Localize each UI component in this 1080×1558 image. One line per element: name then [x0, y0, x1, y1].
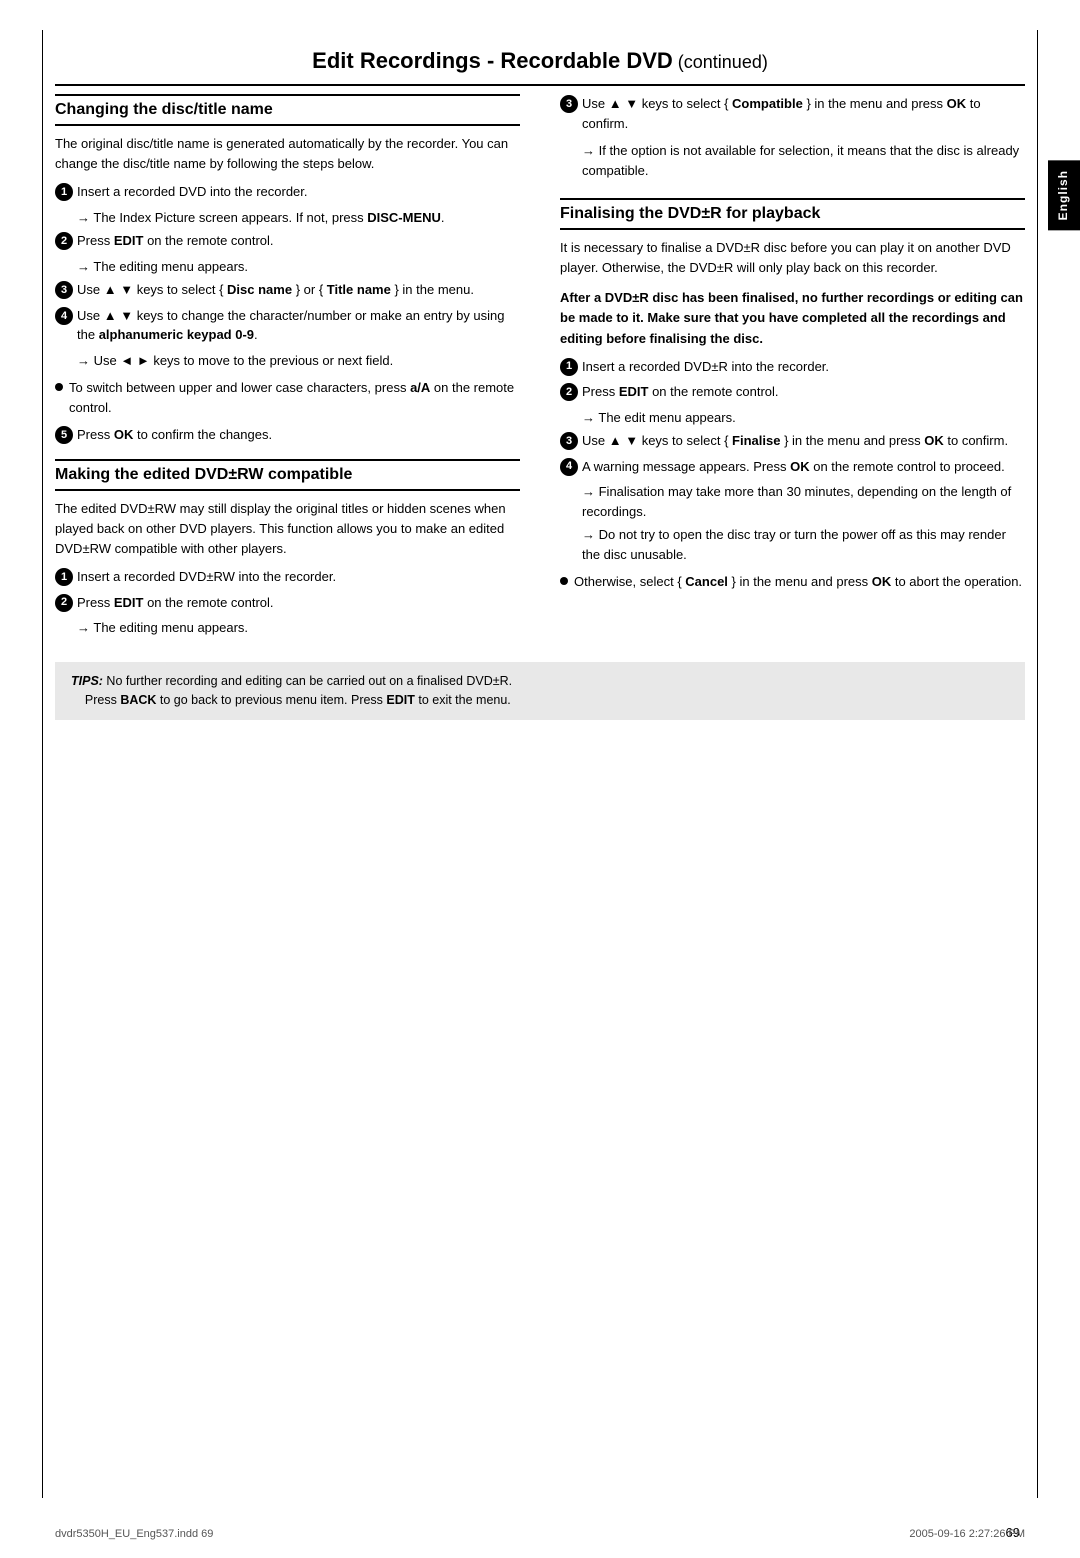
finalise-step-2-num: 2	[560, 383, 578, 401]
step-3-num: 3	[55, 281, 73, 299]
section-heading-finalise: Finalising the DVD±R for playback	[560, 198, 1025, 230]
finalise-steps: 1 Insert a recorded DVD±R into the recor…	[560, 357, 1025, 565]
section-heading-disc-title: Changing the disc/title name	[55, 94, 520, 126]
section2-step-3: 3 Use ▲ ▼ keys to select { Compatible } …	[560, 94, 1025, 133]
english-tab: English	[1048, 160, 1080, 230]
finalise-step-2: 2 Press EDIT on the remote control.	[560, 382, 1025, 402]
finalise-intro: It is necessary to finalise a DVD±R disc…	[560, 238, 1025, 278]
section2-cont: 3 Use ▲ ▼ keys to select { Compatible } …	[560, 94, 1025, 180]
step-2-num: 2	[55, 232, 73, 250]
section1-intro: The original disc/title name is generate…	[55, 134, 520, 174]
finalise-step-1-text: Insert a recorded DVD±R into the recorde…	[582, 357, 1025, 377]
finalise-step-2-text: Press EDIT on the remote control.	[582, 382, 1025, 402]
bullet-1-text: To switch between upper and lower case c…	[69, 378, 520, 417]
finalise-bullets: Otherwise, select { Cancel } in the menu…	[560, 572, 1025, 592]
content-area: Edit Recordings - Recordable DVD (contin…	[55, 0, 1025, 720]
title-suffix: (continued)	[673, 52, 768, 72]
section2-step-2: 2 Press EDIT on the remote control.	[55, 593, 520, 613]
step-4-text: Use ▲ ▼ keys to change the character/num…	[77, 306, 520, 345]
finalise-bullet-1: Otherwise, select { Cancel } in the menu…	[560, 572, 1025, 592]
section2-step-1-num: 1	[55, 568, 73, 586]
finalise-step-4-arrow-2: → Do not try to open the disc tray or tu…	[582, 525, 1025, 564]
finalise-step-3-text: Use ▲ ▼ keys to select { Finalise } in t…	[582, 431, 1025, 451]
section2-step-2-arrow: → The editing menu appears.	[77, 618, 520, 638]
step-2-text: Press EDIT on the remote control.	[77, 231, 520, 251]
section2-step-1-text: Insert a recorded DVD±RW into the record…	[77, 567, 520, 587]
finalise-step-2-arrow: → The edit menu appears.	[582, 408, 1025, 428]
section2-step-3-num: 3	[560, 95, 578, 113]
step-1-text: Insert a recorded DVD into the recorder.	[77, 182, 520, 202]
section2-steps: 1 Insert a recorded DVD±RW into the reco…	[55, 567, 520, 638]
step-3: 3 Use ▲ ▼ keys to select { Disc name } o…	[55, 280, 520, 300]
step-2: 2 Press EDIT on the remote control.	[55, 231, 520, 251]
step-1: 1 Insert a recorded DVD into the recorde…	[55, 182, 520, 202]
section2-step-2-text: Press EDIT on the remote control.	[77, 593, 520, 613]
finalise-bullet-text: Otherwise, select { Cancel } in the menu…	[574, 572, 1022, 592]
step-5-num: 5	[55, 426, 73, 444]
step-3-text: Use ▲ ▼ keys to select { Disc name } or …	[77, 280, 520, 300]
section2-step-3-arrow: → If the option is not available for sel…	[582, 141, 1025, 180]
title-text: Edit Recordings - Recordable DVD	[312, 48, 673, 73]
finalise-warning: After a DVD±R disc has been finalised, n…	[560, 288, 1025, 348]
section2-step-2-num: 2	[55, 594, 73, 612]
section-heading-dvdrw: Making the edited DVD±RW compatible	[55, 459, 520, 491]
step-4-num: 4	[55, 307, 73, 325]
step-4: 4 Use ▲ ▼ keys to change the character/n…	[55, 306, 520, 345]
finalise-step-3: 3 Use ▲ ▼ keys to select { Finalise } in…	[560, 431, 1025, 451]
step-4-arrow-1: → Use ◄ ► keys to move to the previous o…	[77, 351, 520, 371]
section1-bullets: To switch between upper and lower case c…	[55, 378, 520, 417]
step-2-arrow-1: → The editing menu appears.	[77, 257, 520, 277]
section2-step-3-text: Use ▲ ▼ keys to select { Compatible } in…	[582, 94, 1025, 133]
step-1-arrow-1: → The Index Picture screen appears. If n…	[77, 208, 520, 228]
finalise-step-4-arrow-1: → Finalisation may take more than 30 min…	[582, 482, 1025, 521]
section2-intro: The edited DVD±RW may still display the …	[55, 499, 520, 559]
footer-right: 2005-09-16 2:27:26 PM	[909, 1528, 1025, 1540]
finalise-step-1-num: 1	[560, 358, 578, 376]
bullet-dot-1	[55, 383, 63, 391]
section2-cont-steps: 3 Use ▲ ▼ keys to select { Compatible } …	[560, 94, 1025, 133]
bullet-1: To switch between upper and lower case c…	[55, 378, 520, 417]
col-right: 3 Use ▲ ▼ keys to select { Compatible } …	[555, 86, 1025, 646]
margin-line-right	[1037, 30, 1038, 1498]
finalise-step-4: 4 A warning message appears. Press OK on…	[560, 457, 1025, 477]
finalise-step-3-num: 3	[560, 432, 578, 450]
page-container: English Edit Recordings - Recordable DVD…	[0, 0, 1080, 1558]
footer: dvdr5350H_EU_Eng537.indd 69 2005-09-16 2…	[55, 1528, 1025, 1540]
col-left: Changing the disc/title name The origina…	[55, 86, 525, 646]
footer-left: dvdr5350H_EU_Eng537.indd 69	[55, 1528, 213, 1540]
tips-label: TIPS:	[71, 674, 103, 688]
section1-steps: 1 Insert a recorded DVD into the recorde…	[55, 182, 520, 370]
section2-step-1: 1 Insert a recorded DVD±RW into the reco…	[55, 567, 520, 587]
margin-line-left	[42, 30, 43, 1498]
finalise-step-4-num: 4	[560, 458, 578, 476]
two-column-layout: Changing the disc/title name The origina…	[55, 86, 1025, 646]
step-1-num: 1	[55, 183, 73, 201]
section1-step5: 5 Press OK to confirm the changes.	[55, 425, 520, 445]
finalise-step-1: 1 Insert a recorded DVD±R into the recor…	[560, 357, 1025, 377]
finalise-step-4-text: A warning message appears. Press OK on t…	[582, 457, 1025, 477]
tips-box: TIPS: No further recording and editing c…	[55, 662, 1025, 721]
main-title: Edit Recordings - Recordable DVD (contin…	[55, 30, 1025, 86]
step-5-text: Press OK to confirm the changes.	[77, 425, 520, 445]
finalise-bullet-dot	[560, 577, 568, 585]
step-5: 5 Press OK to confirm the changes.	[55, 425, 520, 445]
